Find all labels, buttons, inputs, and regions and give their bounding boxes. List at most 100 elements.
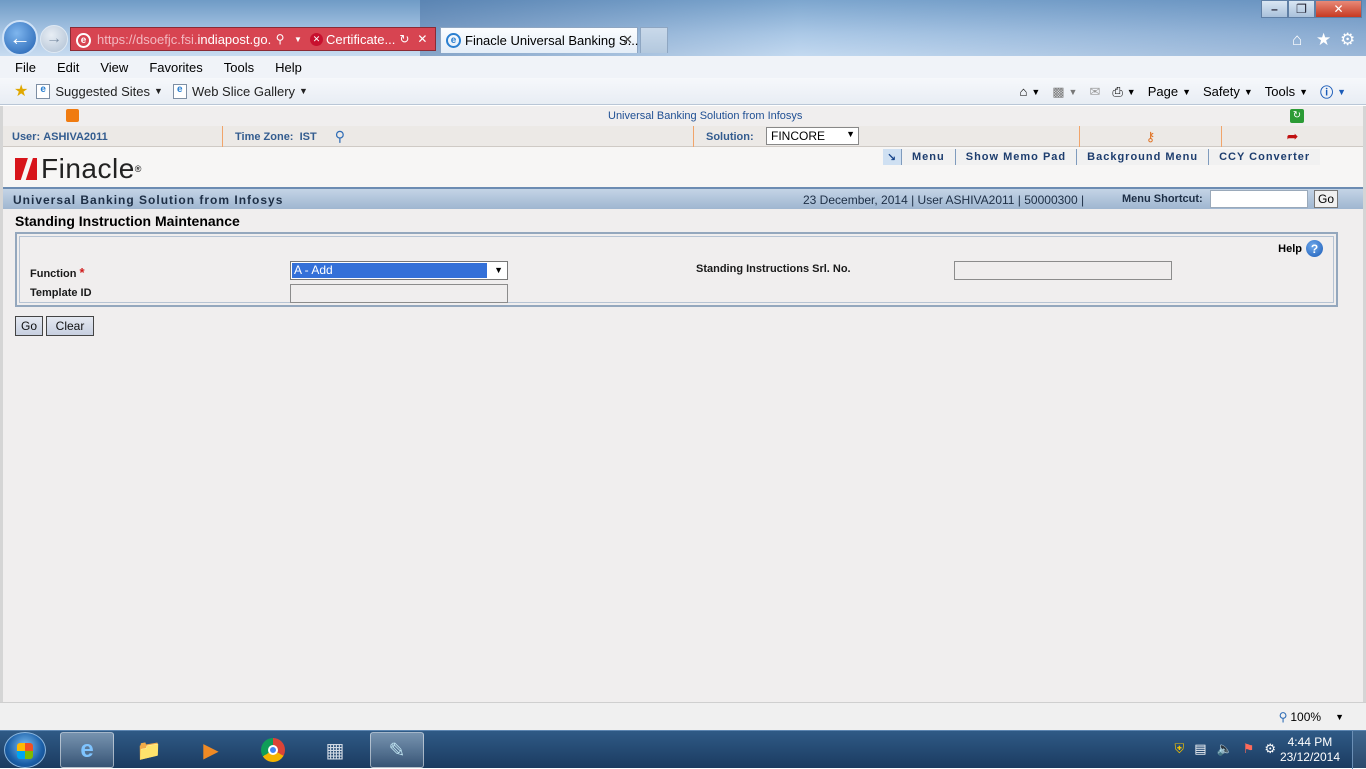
menu-shortcut-label: Menu Shortcut:: [1122, 193, 1203, 205]
solution-label: Solution:: [706, 130, 754, 143]
action-center-icon[interactable]: ⚑: [1243, 741, 1255, 757]
required-mark: *: [79, 265, 85, 280]
fav-suggested-sites[interactable]: Suggested Sites▼: [36, 83, 163, 99]
key-cell: ⚷: [1080, 126, 1222, 147]
function-select[interactable]: A - Add ▼: [290, 261, 508, 280]
command-bar: ⌂ ▼ ▩ ▼ ✉ ⎙ ▼ Page ▼ Safety ▼ Tools ▼ ⓘ ▼: [1007, 82, 1346, 101]
browser-titlebar: ← → e https://dsoefjc.fsi.indiapost.go..…: [0, 0, 1366, 56]
search-icon[interactable]: ⚲: [335, 128, 345, 145]
finacle-logo-mark: [15, 158, 37, 180]
close-window-button[interactable]: ✕: [1315, 0, 1362, 18]
page-icon: [36, 83, 51, 99]
menu-help[interactable]: Help: [272, 60, 305, 75]
stop-icon[interactable]: ✕: [413, 32, 431, 46]
app-bar-title: Universal Banking Solution from Infosys: [13, 193, 284, 207]
top-menu-menu[interactable]: Menu: [901, 149, 955, 165]
new-tab-button[interactable]: [640, 27, 668, 53]
refresh-icon[interactable]: ↻: [395, 32, 413, 46]
zoom-control[interactable]: ⚲ 100% ▼: [1279, 710, 1344, 724]
help-link[interactable]: Help ?: [1278, 240, 1323, 257]
cmd-safety[interactable]: Safety ▼: [1203, 84, 1253, 99]
forward-button[interactable]: →: [40, 25, 68, 53]
app-header-top: Universal Banking Solution from Infosys …: [3, 106, 1363, 126]
print-icon[interactable]: ⎙ ▼: [1112, 84, 1135, 100]
help-icon[interactable]: ?: [1306, 240, 1323, 257]
zoom-icon: ⚲: [1278, 710, 1288, 724]
taskbar-calculator-icon[interactable]: ▦: [308, 732, 362, 768]
mail-icon[interactable]: ✉: [1089, 84, 1100, 100]
menu-edit[interactable]: Edit: [54, 60, 82, 75]
chevron-down-icon: ▼: [846, 129, 855, 139]
taskbar-app-icon[interactable]: ✎: [370, 732, 424, 768]
fav-web-slice-gallery[interactable]: Web Slice Gallery▼: [172, 83, 308, 99]
network-icon[interactable]: ▤: [1194, 741, 1206, 757]
home-icon[interactable]: ⌂: [1292, 30, 1302, 50]
taskbar-chrome-icon[interactable]: [246, 732, 300, 768]
volume-icon[interactable]: 🔈: [1217, 741, 1233, 757]
template-id-input[interactable]: [290, 284, 508, 303]
clock-time: 4:44 PM: [1287, 735, 1333, 749]
chevron-down-icon: ▼: [494, 265, 503, 275]
clear-button[interactable]: Clear: [46, 316, 94, 336]
logout-icon[interactable]: ➦: [1287, 128, 1299, 145]
timezone-value: IST: [299, 130, 317, 143]
minimize-button[interactable]: –: [1261, 0, 1288, 18]
menu-file[interactable]: File: [12, 60, 39, 75]
menu-arrow-icon[interactable]: ↘: [883, 149, 901, 165]
settings-gear-icon[interactable]: ⚙: [1340, 30, 1355, 50]
app-bar-info: 23 December, 2014 | User ASHIVA2011 | 50…: [803, 193, 1085, 207]
search-icon[interactable]: ⚲: [271, 32, 289, 46]
criteria-form: Help ? Function * A - Add ▼ Template ID …: [15, 232, 1338, 307]
favorites-star-add-icon[interactable]: ★: [14, 81, 28, 101]
feeds-icon[interactable]: ▩ ▼: [1052, 84, 1077, 100]
browser-status-bar: ⚲ 100% ▼: [0, 702, 1366, 730]
taskbar-explorer-icon[interactable]: 📁: [122, 732, 176, 768]
menu-favorites[interactable]: Favorites: [146, 60, 205, 75]
top-menu-memo-pad[interactable]: Show Memo Pad: [954, 149, 1077, 165]
top-menu-ccy-converter[interactable]: CCY Converter: [1208, 149, 1321, 165]
menu-tools[interactable]: Tools: [221, 60, 257, 75]
app-header-info: User: ASHIVA2011 Time Zone: IST ⚲ Soluti…: [3, 126, 1363, 147]
user-cell: User: ASHIVA2011: [3, 126, 223, 147]
header-center-title: Universal Banking Solution from Infosys: [608, 110, 803, 122]
menu-shortcut-input[interactable]: [1210, 190, 1308, 208]
address-bar[interactable]: e https://dsoefjc.fsi.indiapost.go... ⚲ …: [70, 27, 436, 51]
page-content: Universal Banking Solution from Infosys …: [0, 106, 1366, 702]
home-cmd-icon[interactable]: ⌂ ▼: [1019, 84, 1040, 99]
go-button[interactable]: Go: [15, 316, 43, 336]
cmd-page[interactable]: Page ▼: [1148, 84, 1191, 99]
app-title-bar: Universal Banking Solution from Infosys …: [3, 187, 1363, 209]
system-tray: ⛨ ▤ 🔈 ⚑ ⚙: [1174, 741, 1276, 757]
taskbar-ie-icon[interactable]: e: [60, 732, 114, 768]
menu-shortcut-go-button[interactable]: Go: [1314, 190, 1338, 208]
taskbar-clock[interactable]: 4:44 PM 23/12/2014: [1280, 735, 1340, 765]
function-selected-value: A - Add: [292, 263, 487, 278]
power-icon[interactable]: ⚙: [1264, 741, 1276, 757]
tab-finacle[interactable]: e Finacle Universal Banking S... ✕: [440, 27, 638, 53]
security-icon[interactable]: ⛨: [1174, 741, 1184, 757]
srl-no-input[interactable]: [954, 261, 1172, 280]
address-url[interactable]: https://dsoefjc.fsi.indiapost.go...: [71, 32, 271, 47]
solution-select[interactable]: FINCORE ▼: [766, 127, 859, 145]
page-title: Standing Instruction Maintenance: [15, 213, 240, 229]
menu-view[interactable]: View: [97, 60, 131, 75]
finacle-logo: Finacle ®: [15, 153, 141, 185]
start-button[interactable]: [4, 732, 46, 768]
help-cmd-icon[interactable]: ⓘ ▼: [1320, 82, 1346, 101]
dropdown-icon[interactable]: ▼: [289, 35, 307, 44]
favorites-star-icon[interactable]: ★: [1316, 30, 1331, 50]
refresh-app-icon[interactable]: ↻: [1290, 109, 1304, 123]
taskbar-media-player-icon[interactable]: ▶: [184, 732, 238, 768]
ie-page-icon: e: [76, 33, 91, 48]
show-desktop-button[interactable]: [1352, 731, 1366, 769]
top-menu-background-menu[interactable]: Background Menu: [1076, 149, 1209, 165]
tab-close-icon[interactable]: ✕: [622, 32, 633, 48]
rss-icon[interactable]: [66, 109, 79, 122]
key-icon[interactable]: ⚷: [1146, 129, 1156, 145]
windows-taskbar: e 📁 ▶ ▦ ✎ ⛨ ▤ 🔈 ⚑ ⚙ 4:44 PM 23/12/2014: [0, 730, 1366, 769]
certificate-label[interactable]: Certificate...: [326, 32, 395, 47]
back-button[interactable]: ←: [2, 20, 38, 56]
cmd-tools[interactable]: Tools ▼: [1265, 84, 1308, 99]
maximize-button[interactable]: ❐: [1288, 0, 1315, 18]
certificate-error-icon[interactable]: ✕: [310, 32, 323, 46]
